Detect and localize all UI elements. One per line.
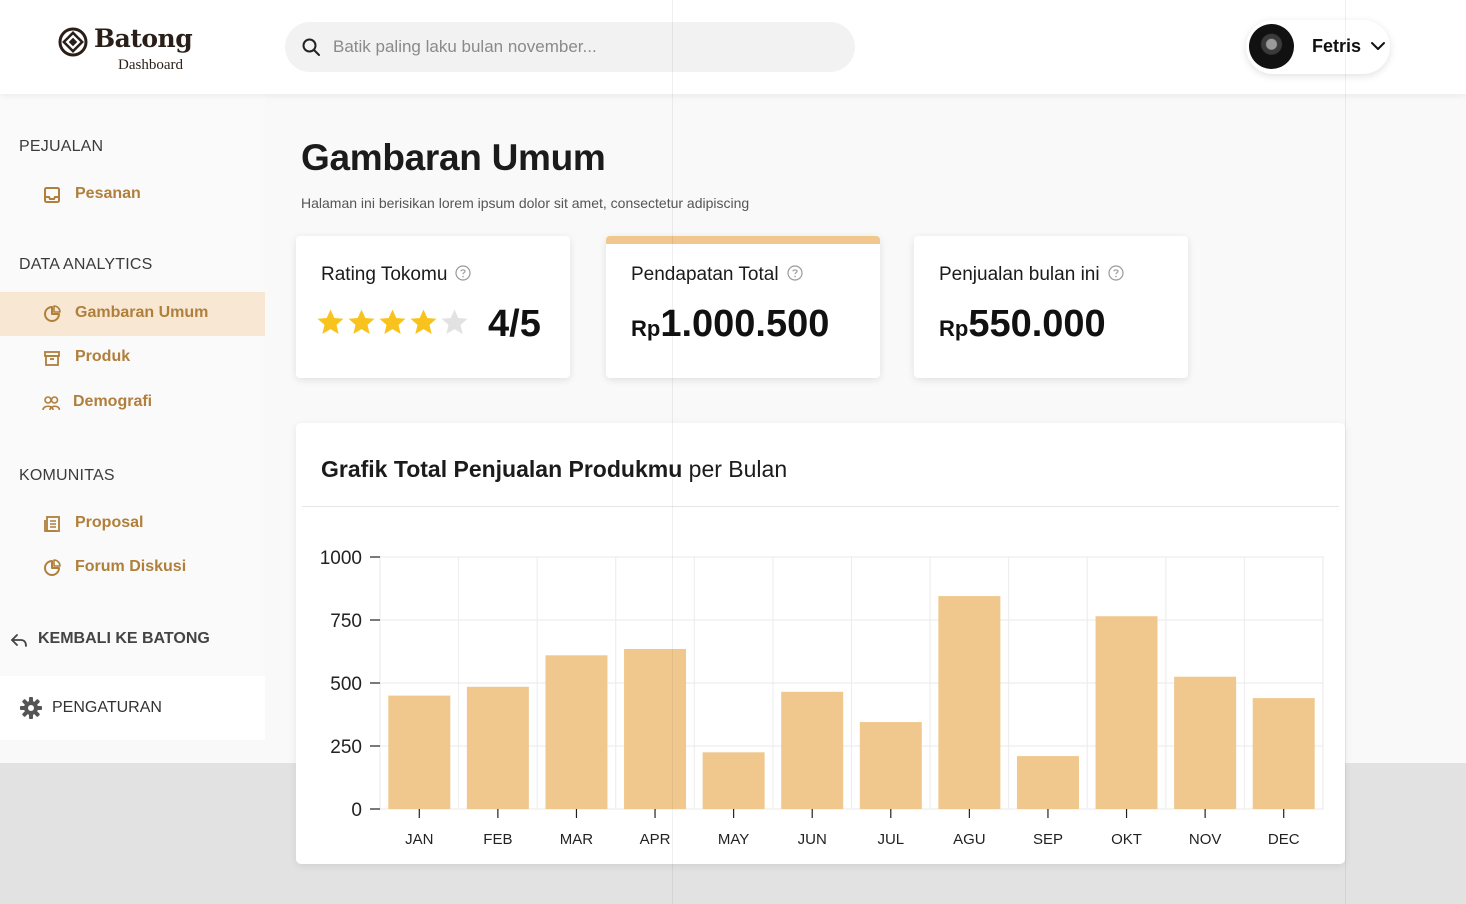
currency-label: Rp [939,316,969,341]
pie-chart-icon [44,305,61,322]
search-bar[interactable] [285,22,855,72]
back-link-label: KEMBALI KE BATONG [38,630,210,647]
sidebar-section-title: KOMUNITAS [19,467,115,484]
x-tick-label: SEP [1033,831,1063,848]
y-tick-label: 750 [330,611,362,632]
bar-mar [545,655,608,809]
bar-feb [466,686,529,809]
currency-label: Rp [631,316,661,341]
bar-agu [938,596,1001,809]
bar-nov [1174,676,1237,809]
bar-okt [1095,616,1158,809]
sidebar-section-title: PEJUALAN [19,138,104,155]
pie-chart-icon [44,559,61,576]
document-icon [44,516,60,532]
page-title: Gambaran Umum [301,137,606,178]
help-icon[interactable] [455,265,471,281]
chevron-down-icon [1371,42,1385,50]
rating-value: 4/5 [488,303,541,345]
sidebar-item-gambaran-umum[interactable]: Gambaran Umum [0,292,265,336]
rating-card: Rating Tokomu 4/5 [296,236,570,378]
settings-button[interactable]: PENGATURAN [0,676,265,740]
bar-chart: 0 250 500 750 1000 JAN FEB MAR APR MAY JUN JUL AGU SE… [320,548,1324,848]
logo-text: Batong [94,24,193,53]
search-input[interactable] [333,32,833,62]
gear-icon [20,697,42,719]
x-tick-label: JUN [798,831,827,848]
users-icon [42,396,60,411]
y-tick-label: 1000 [320,548,362,569]
sidebar-item-produk[interactable]: Produk [0,336,265,380]
y-tick-label: 500 [330,674,362,695]
y-tick-label: 0 [351,800,362,821]
logo-subtitle: Dashboard [118,57,183,73]
sidebar-item-pesanan[interactable]: Pesanan [0,173,265,217]
sidebar-section-title: DATA ANALYTICS [19,256,153,273]
revenue-amount: 1.000.500 [660,303,830,345]
user-name: Fetris [1312,36,1362,56]
settings-label: PENGATURAN [52,699,162,716]
sales-amount: 550.000 [968,303,1106,345]
back-to-batong-link[interactable]: KEMBALI KE BATONG [10,628,260,652]
bar-jan [388,695,451,809]
page-description: Halaman ini berisikan lorem ipsum dolor … [301,195,750,211]
bar-dec [1252,698,1315,809]
bar-jun [781,691,844,809]
sidebar-item-label: Produk [75,348,131,365]
help-icon[interactable] [1107,265,1124,281]
card-title: Penjualan bulan ini [939,264,1124,286]
sidebar-item-forum-diskusi[interactable]: Forum Diskusi [0,546,265,590]
x-tick-label: FEB [483,831,512,848]
y-tick-label: 250 [330,737,362,758]
bar-apr [624,648,687,809]
x-tick-label: AGU [953,831,986,848]
monthly-sales-card: Penjualan bulan ini Rp550.000 [914,236,1188,378]
sidebar: PEJUALAN Pesanan DATA ANALYTICS Gambaran… [0,94,265,740]
x-tick-label: MAY [718,831,749,848]
x-tick-label: NOV [1189,831,1222,848]
total-revenue-card: Pendapatan Total Rp1.000.500 [606,236,880,378]
sales-chart-card: Grafik Total Penjualan Produkmu per Bula… [296,423,1345,864]
back-arrow-icon [11,634,27,647]
x-tick-label: MAR [560,831,594,848]
sidebar-item-demografi[interactable]: Demografi [0,381,265,425]
bar-sep [1016,756,1079,809]
x-tick-label: JAN [405,831,433,848]
x-tick-label: OKT [1111,831,1142,848]
archive-icon [44,351,60,366]
inbox-icon [44,187,60,203]
help-icon[interactable] [786,265,803,281]
star-filled-icon [347,308,376,337]
star-filled-icon [378,308,407,337]
star-filled-icon [409,308,438,337]
sidebar-item-label: Demografi [73,393,153,410]
sidebar-item-label: Proposal [75,514,144,531]
sidebar-item-label: Gambaran Umum [75,304,209,321]
x-tick-label: JUL [877,831,904,848]
bar-jul [859,722,922,809]
user-menu[interactable]: Fetris [1246,20,1390,74]
logo[interactable]: Batong Dashboard [58,24,198,76]
x-tick-label: DEC [1268,831,1300,848]
sidebar-item-label: Pesanan [75,185,141,202]
card-title: Rating Tokomu [321,264,471,286]
revenue-value: Rp1.000.500 [631,303,829,346]
top-header: Batong Dashboard Fetris [0,0,1466,94]
card-title: Pendapatan Total [631,264,803,286]
sidebar-item-proposal[interactable]: Proposal [0,502,265,546]
star-rating [316,308,471,338]
sales-value: Rp550.000 [939,303,1106,346]
star-filled-icon [316,308,345,337]
star-empty-icon [440,308,469,337]
sidebar-item-label: Forum Diskusi [75,558,187,575]
search-icon [302,38,320,56]
bar-may [702,752,765,809]
avatar [1249,24,1294,69]
logo-mark-icon [58,27,88,57]
x-tick-label: APR [640,831,671,848]
